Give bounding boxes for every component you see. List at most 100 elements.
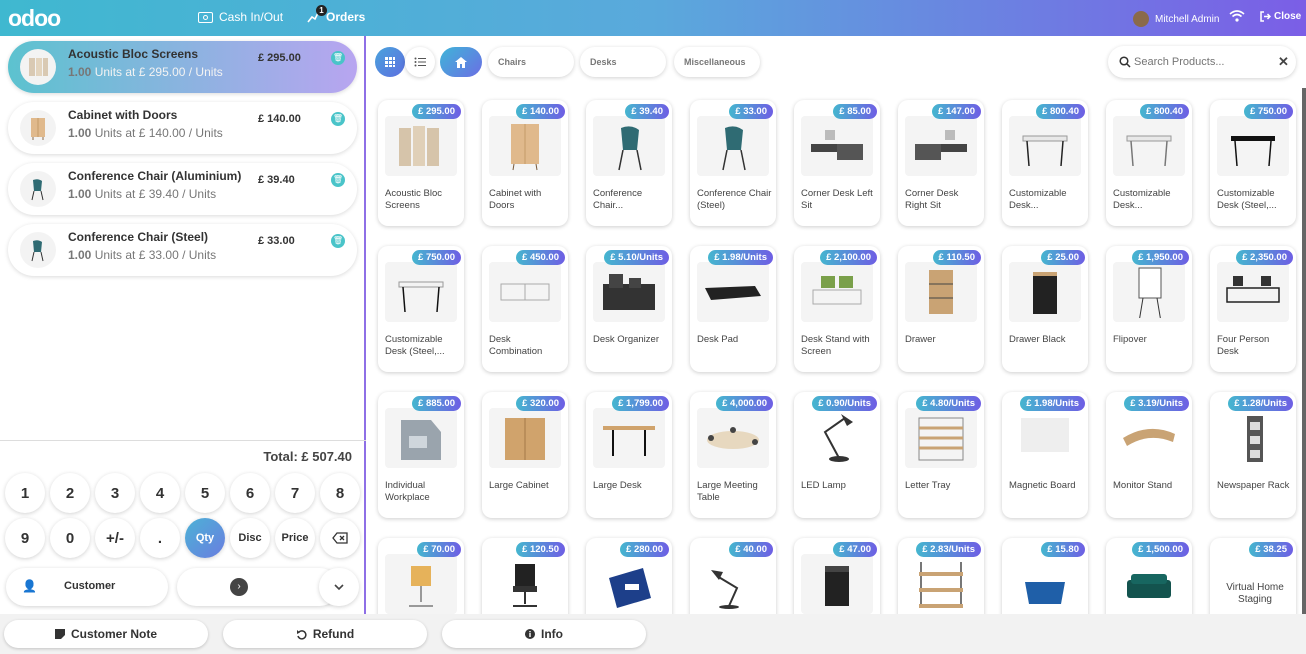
numpad-key-1[interactable]: 1 xyxy=(5,473,45,513)
numpad-key-sign[interactable]: +/- xyxy=(95,518,135,558)
more-actions-button[interactable] xyxy=(319,568,359,606)
product-card[interactable]: £ 2,100.00 Desk Stand with Screen xyxy=(794,246,880,372)
category-chairs[interactable]: Chairs xyxy=(488,47,574,77)
product-price: £ 70.00 xyxy=(417,542,461,557)
numpad-key-4[interactable]: 4 xyxy=(140,473,180,513)
product-card[interactable]: £ 280.00 xyxy=(586,538,672,614)
product-card[interactable]: £ 450.00 Desk Combination xyxy=(482,246,568,372)
product-card[interactable]: £ 2.83/Units xyxy=(898,538,984,614)
numpad-key-7[interactable]: 7 xyxy=(275,473,315,513)
product-card[interactable]: £ 1,500.00 xyxy=(1106,538,1192,614)
product-card[interactable]: £ 38.25 Virtual Home Staging xyxy=(1210,538,1296,614)
numpad-key-8[interactable]: 8 xyxy=(320,473,360,513)
product-name: Customizable Desk... xyxy=(1009,188,1067,211)
refund-button[interactable]: Refund xyxy=(223,620,427,648)
product-price: £ 2,100.00 xyxy=(820,250,877,265)
product-image xyxy=(593,408,665,468)
product-card[interactable]: £ 3.19/Units Monitor Stand xyxy=(1106,392,1192,518)
product-card[interactable]: £ 885.00 Individual Workplace xyxy=(378,392,464,518)
product-card[interactable]: £ 39.40 Conference Chair... xyxy=(586,100,672,226)
numpad-mode-price[interactable]: Price xyxy=(275,518,315,558)
product-card[interactable]: £ 33.00 Conference Chair (Steel) xyxy=(690,100,776,226)
payment-button[interactable]: › xyxy=(177,568,339,606)
home-category-button[interactable] xyxy=(440,47,482,77)
product-card[interactable]: £ 0.90/Units LED Lamp xyxy=(794,392,880,518)
product-image xyxy=(489,408,561,468)
search-input[interactable] xyxy=(1134,54,1274,70)
product-card[interactable]: £ 110.50 Drawer xyxy=(898,246,984,372)
product-card[interactable]: £ 1,799.00 Large Desk xyxy=(586,392,672,518)
backspace-button[interactable] xyxy=(320,518,360,558)
product-card[interactable]: £ 47.00 xyxy=(794,538,880,614)
numpad-key-9[interactable]: 9 xyxy=(5,518,45,558)
product-name: Desk Stand with Screen xyxy=(801,334,870,357)
numpad-mode-disc[interactable]: Disc xyxy=(230,518,270,558)
product-card[interactable]: £ 320.00 Large Cabinet xyxy=(482,392,568,518)
numpad-mode-qty[interactable]: Qty xyxy=(185,518,225,558)
product-card[interactable]: £ 4.80/Units Letter Tray xyxy=(898,392,984,518)
product-thumbnail xyxy=(20,232,56,268)
product-name: Conference Chair... xyxy=(593,188,643,211)
numpad-key-decimal[interactable]: . xyxy=(140,518,180,558)
product-image xyxy=(489,116,561,176)
product-price: £ 800.40 xyxy=(1036,104,1085,119)
product-card[interactable]: £ 70.00 xyxy=(378,538,464,614)
delete-line-icon[interactable]: 🗑 xyxy=(331,173,345,187)
product-card[interactable]: £ 15.80 xyxy=(1002,538,1088,614)
order-line-qty: 1.00 Units at £ 39.40 / Units xyxy=(68,187,217,201)
product-card[interactable]: £ 140.00 Cabinet with Doors xyxy=(482,100,568,226)
customer-button[interactable]: 👤 Customer xyxy=(6,568,168,606)
product-price: £ 140.00 xyxy=(516,104,565,119)
close-button[interactable]: Close xyxy=(1260,11,1301,22)
top-bar: odoo Cash In/Out 1 Orders Mitchell Admin… xyxy=(0,0,1306,36)
numpad-key-5[interactable]: 5 xyxy=(185,473,225,513)
numpad-key-0[interactable]: 0 xyxy=(50,518,90,558)
product-card[interactable]: £ 1.98/Units Magnetic Board xyxy=(1002,392,1088,518)
product-card[interactable]: £ 800.40 Customizable Desk... xyxy=(1106,100,1192,226)
order-total: Total: £ 507.40 xyxy=(0,440,366,464)
product-card[interactable]: £ 800.40 Customizable Desk... xyxy=(1002,100,1088,226)
delete-line-icon[interactable]: 🗑 xyxy=(331,51,345,65)
product-card[interactable]: £ 750.00 Customizable Desk (Steel,... xyxy=(1210,100,1296,226)
user-menu[interactable]: Mitchell Admin xyxy=(1133,11,1219,27)
order-line[interactable]: Conference Chair (Steel) 1.00 Units at £… xyxy=(8,224,357,276)
cash-in-out-button[interactable]: Cash In/Out xyxy=(198,10,283,24)
product-card[interactable]: £ 85.00 Corner Desk Left Sit xyxy=(794,100,880,226)
product-card[interactable]: £ 147.00 Corner Desk Right Sit xyxy=(898,100,984,226)
order-line[interactable]: Acoustic Bloc Screens 1.00 Units at £ 29… xyxy=(8,41,357,93)
clear-search-icon[interactable]: ✕ xyxy=(1278,54,1289,70)
orders-button[interactable]: 1 Orders xyxy=(306,5,365,24)
product-name: Monitor Stand xyxy=(1113,480,1173,491)
grid-view-button[interactable] xyxy=(375,47,405,77)
order-line-price: £ 33.00 xyxy=(258,235,295,247)
order-line[interactable]: Cabinet with Doors 1.00 Units at £ 140.0… xyxy=(8,102,357,154)
product-image xyxy=(1009,408,1081,468)
product-card[interactable]: £ 4,000.00 Large Meeting Table xyxy=(690,392,776,518)
product-card[interactable]: £ 1.98/Units Desk Pad xyxy=(690,246,776,372)
product-card[interactable]: £ 1.28/Units Newspaper Rack xyxy=(1210,392,1296,518)
product-card[interactable]: £ 295.00 Acoustic Bloc Screens xyxy=(378,100,464,226)
product-name: Large Cabinet xyxy=(489,480,549,491)
product-image xyxy=(801,262,873,322)
product-card[interactable]: £ 750.00 Customizable Desk (Steel,... xyxy=(378,246,464,372)
info-button[interactable]: Info xyxy=(442,620,646,648)
product-card[interactable]: £ 25.00 Drawer Black xyxy=(1002,246,1088,372)
order-line[interactable]: Conference Chair (Aluminium) 1.00 Units … xyxy=(8,163,357,215)
customer-note-button[interactable]: Customer Note xyxy=(4,620,208,648)
product-card[interactable]: £ 1,950.00 Flipover xyxy=(1106,246,1192,372)
numpad-key-2[interactable]: 2 xyxy=(50,473,90,513)
numpad-key-6[interactable]: 6 xyxy=(230,473,270,513)
delete-line-icon[interactable]: 🗑 xyxy=(331,112,345,126)
product-panel: Chairs Desks Miscellaneous ✕ £ 295.00 Ac… xyxy=(368,36,1306,614)
product-card[interactable]: £ 120.50 xyxy=(482,538,568,614)
product-card[interactable]: £ 5.10/Units Desk Organizer xyxy=(586,246,672,372)
category-desks[interactable]: Desks xyxy=(580,47,666,77)
order-line-price: £ 295.00 xyxy=(258,52,301,64)
product-card[interactable]: £ 2,350.00 Four Person Desk xyxy=(1210,246,1296,372)
product-card[interactable]: £ 40.00 xyxy=(690,538,776,614)
customer-label: Customer xyxy=(64,580,116,592)
category-miscellaneous[interactable]: Miscellaneous xyxy=(674,47,760,77)
numpad-key-3[interactable]: 3 xyxy=(95,473,135,513)
delete-line-icon[interactable]: 🗑 xyxy=(331,234,345,248)
list-view-button[interactable] xyxy=(405,47,435,77)
